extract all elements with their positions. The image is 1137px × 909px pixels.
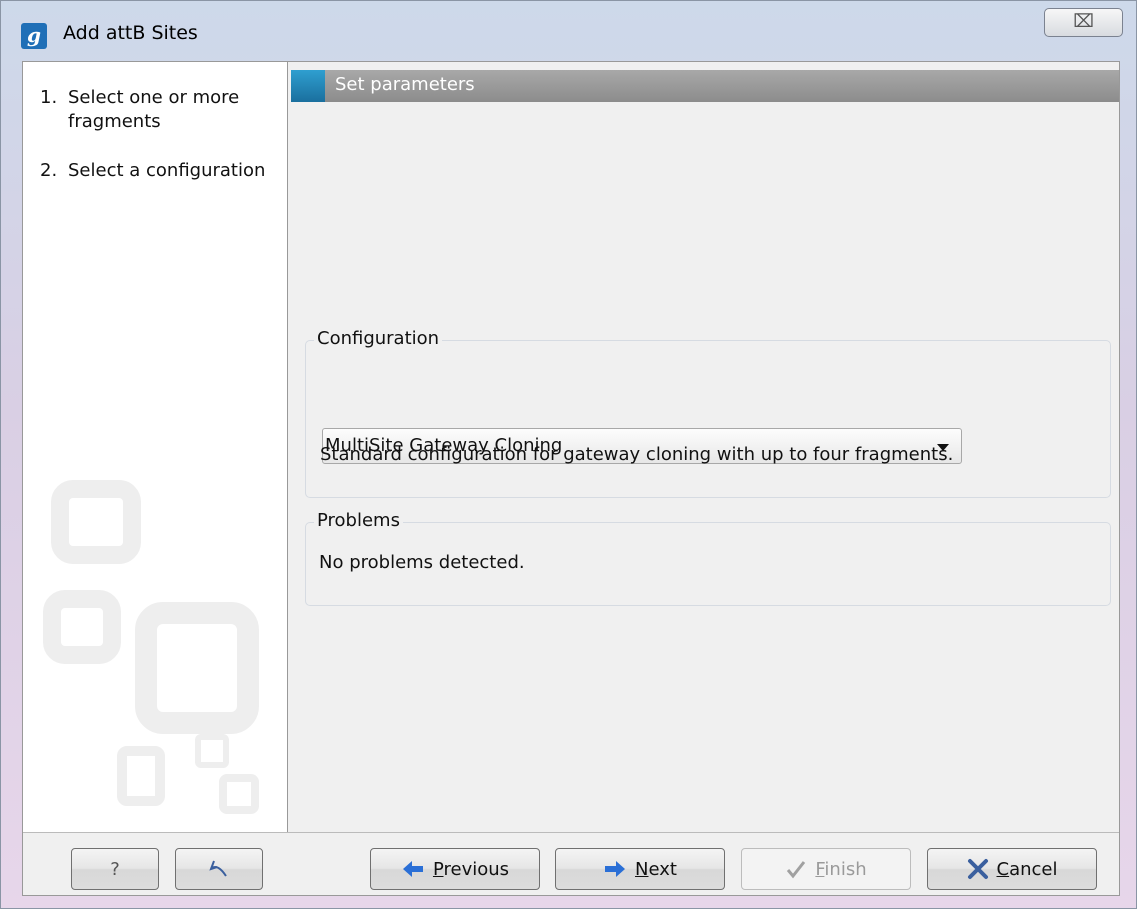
previous-button[interactable]: Previous [370,848,540,890]
step-select-fragments: 1. Select one or more fragments [40,86,278,134]
section-header: Set parameters [291,70,1119,102]
decorative-square [43,590,121,664]
decorative-square [195,734,229,768]
configuration-legend: Configuration [314,328,443,349]
close-icon: ⌧ [1073,11,1094,32]
decorative-square [117,746,165,806]
cancel-label: Cancel [996,858,1058,880]
step-select-configuration: 2. Select a configuration [40,159,278,183]
help-label: ? [110,858,120,880]
dialog-client-area: 1. Select one or more fragments 2. Select … [22,61,1120,896]
header-accent [291,70,325,102]
checkmark-icon [785,859,807,879]
arrow-left-icon [401,859,425,879]
step-label: Select a configuration [68,160,266,181]
undo-arrow-icon [208,858,230,880]
section-header-title: Set parameters [335,74,475,95]
configuration-group: Configuration [305,328,1111,498]
footer-divider [23,832,1119,833]
title-bar: g Add attB Sites ⌧ [1,1,1136,61]
dialog-window: g Add attB Sites ⌧ 1. Select one or more … [0,0,1137,909]
previous-label: Previous [432,858,510,880]
decorative-square [135,602,259,734]
step-label: Select one or more fragments [68,87,240,132]
step-number: 2. [40,160,58,181]
decorative-square [51,480,141,564]
window-title: Add attB Sites [63,22,198,44]
app-logo-icon: g [21,23,47,49]
next-label: Next [635,858,677,880]
next-button[interactable]: Next [555,848,725,890]
arrow-right-icon [603,859,627,879]
restore-defaults-button[interactable] [175,848,263,890]
help-button[interactable]: ? [71,848,159,890]
problems-legend: Problems [314,510,403,531]
cancel-button[interactable]: Cancel [927,848,1097,890]
step-number: 1. [40,87,58,108]
steps-sidebar: 1. Select one or more fragments 2. Select … [23,62,288,832]
cancel-x-icon [967,858,989,880]
finish-label: Finish [815,858,867,880]
decorative-square [219,774,259,814]
problems-message: No problems detected. [319,552,525,573]
configuration-description: Standard configuration for gateway cloni… [320,444,954,465]
finish-button[interactable]: Finish [741,848,911,890]
close-button[interactable]: ⌧ [1044,8,1123,37]
